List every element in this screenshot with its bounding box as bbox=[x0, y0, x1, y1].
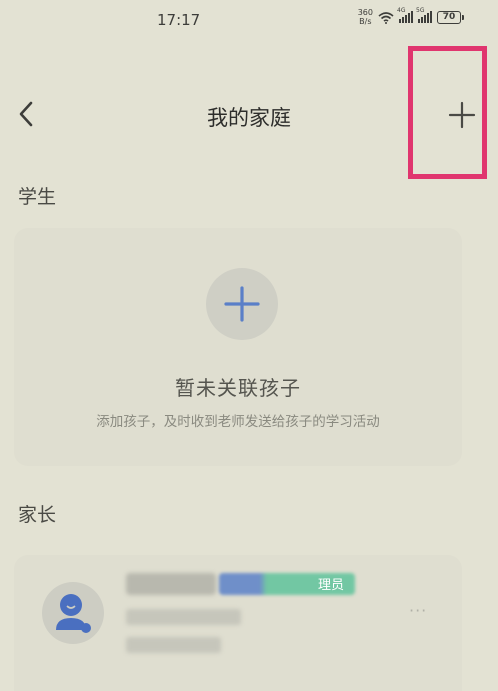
wifi-icon bbox=[378, 11, 394, 24]
my-family-page: 17:17 360 B/s 4G 5G 70 我的家庭 学生 暂未关联孩子 添加… bbox=[0, 0, 498, 691]
member-name-redacted bbox=[126, 573, 216, 595]
battery-level: 70 bbox=[437, 10, 461, 24]
empty-state-subtitle: 添加孩子，及时收到老师发送给孩子的学习活动 bbox=[96, 414, 380, 430]
empty-students-card: 暂未关联孩子 添加孩子，及时收到老师发送给孩子的学习活动 bbox=[14, 228, 462, 466]
member-info-redacted bbox=[126, 609, 241, 625]
status-indicators: 360 B/s 4G 5G 70 bbox=[357, 7, 464, 26]
user-avatar-icon bbox=[42, 582, 104, 644]
role-badge-label: 理员 bbox=[318, 578, 345, 593]
students-section-label: 学生 bbox=[18, 186, 57, 208]
plus-icon bbox=[224, 286, 260, 322]
empty-state-title: 暂未关联孩子 bbox=[175, 376, 301, 400]
cellular-signal-5g-icon: 5G bbox=[416, 7, 432, 23]
network-speed: 360 B/s bbox=[357, 8, 373, 26]
cellular-signal-4g-icon: 4G bbox=[397, 7, 413, 23]
parent-member-card[interactable]: 理员 ··· bbox=[14, 555, 462, 691]
parents-section-label: 家长 bbox=[18, 504, 57, 526]
battery-icon: 70 bbox=[437, 10, 464, 24]
more-options-icon[interactable]: ··· bbox=[409, 601, 427, 620]
status-bar: 17:17 360 B/s 4G 5G 70 bbox=[0, 0, 498, 40]
add-child-button[interactable] bbox=[206, 268, 278, 340]
highlight-box bbox=[408, 46, 487, 179]
member-info-redacted bbox=[126, 637, 221, 653]
status-time: 17:17 bbox=[157, 11, 201, 29]
